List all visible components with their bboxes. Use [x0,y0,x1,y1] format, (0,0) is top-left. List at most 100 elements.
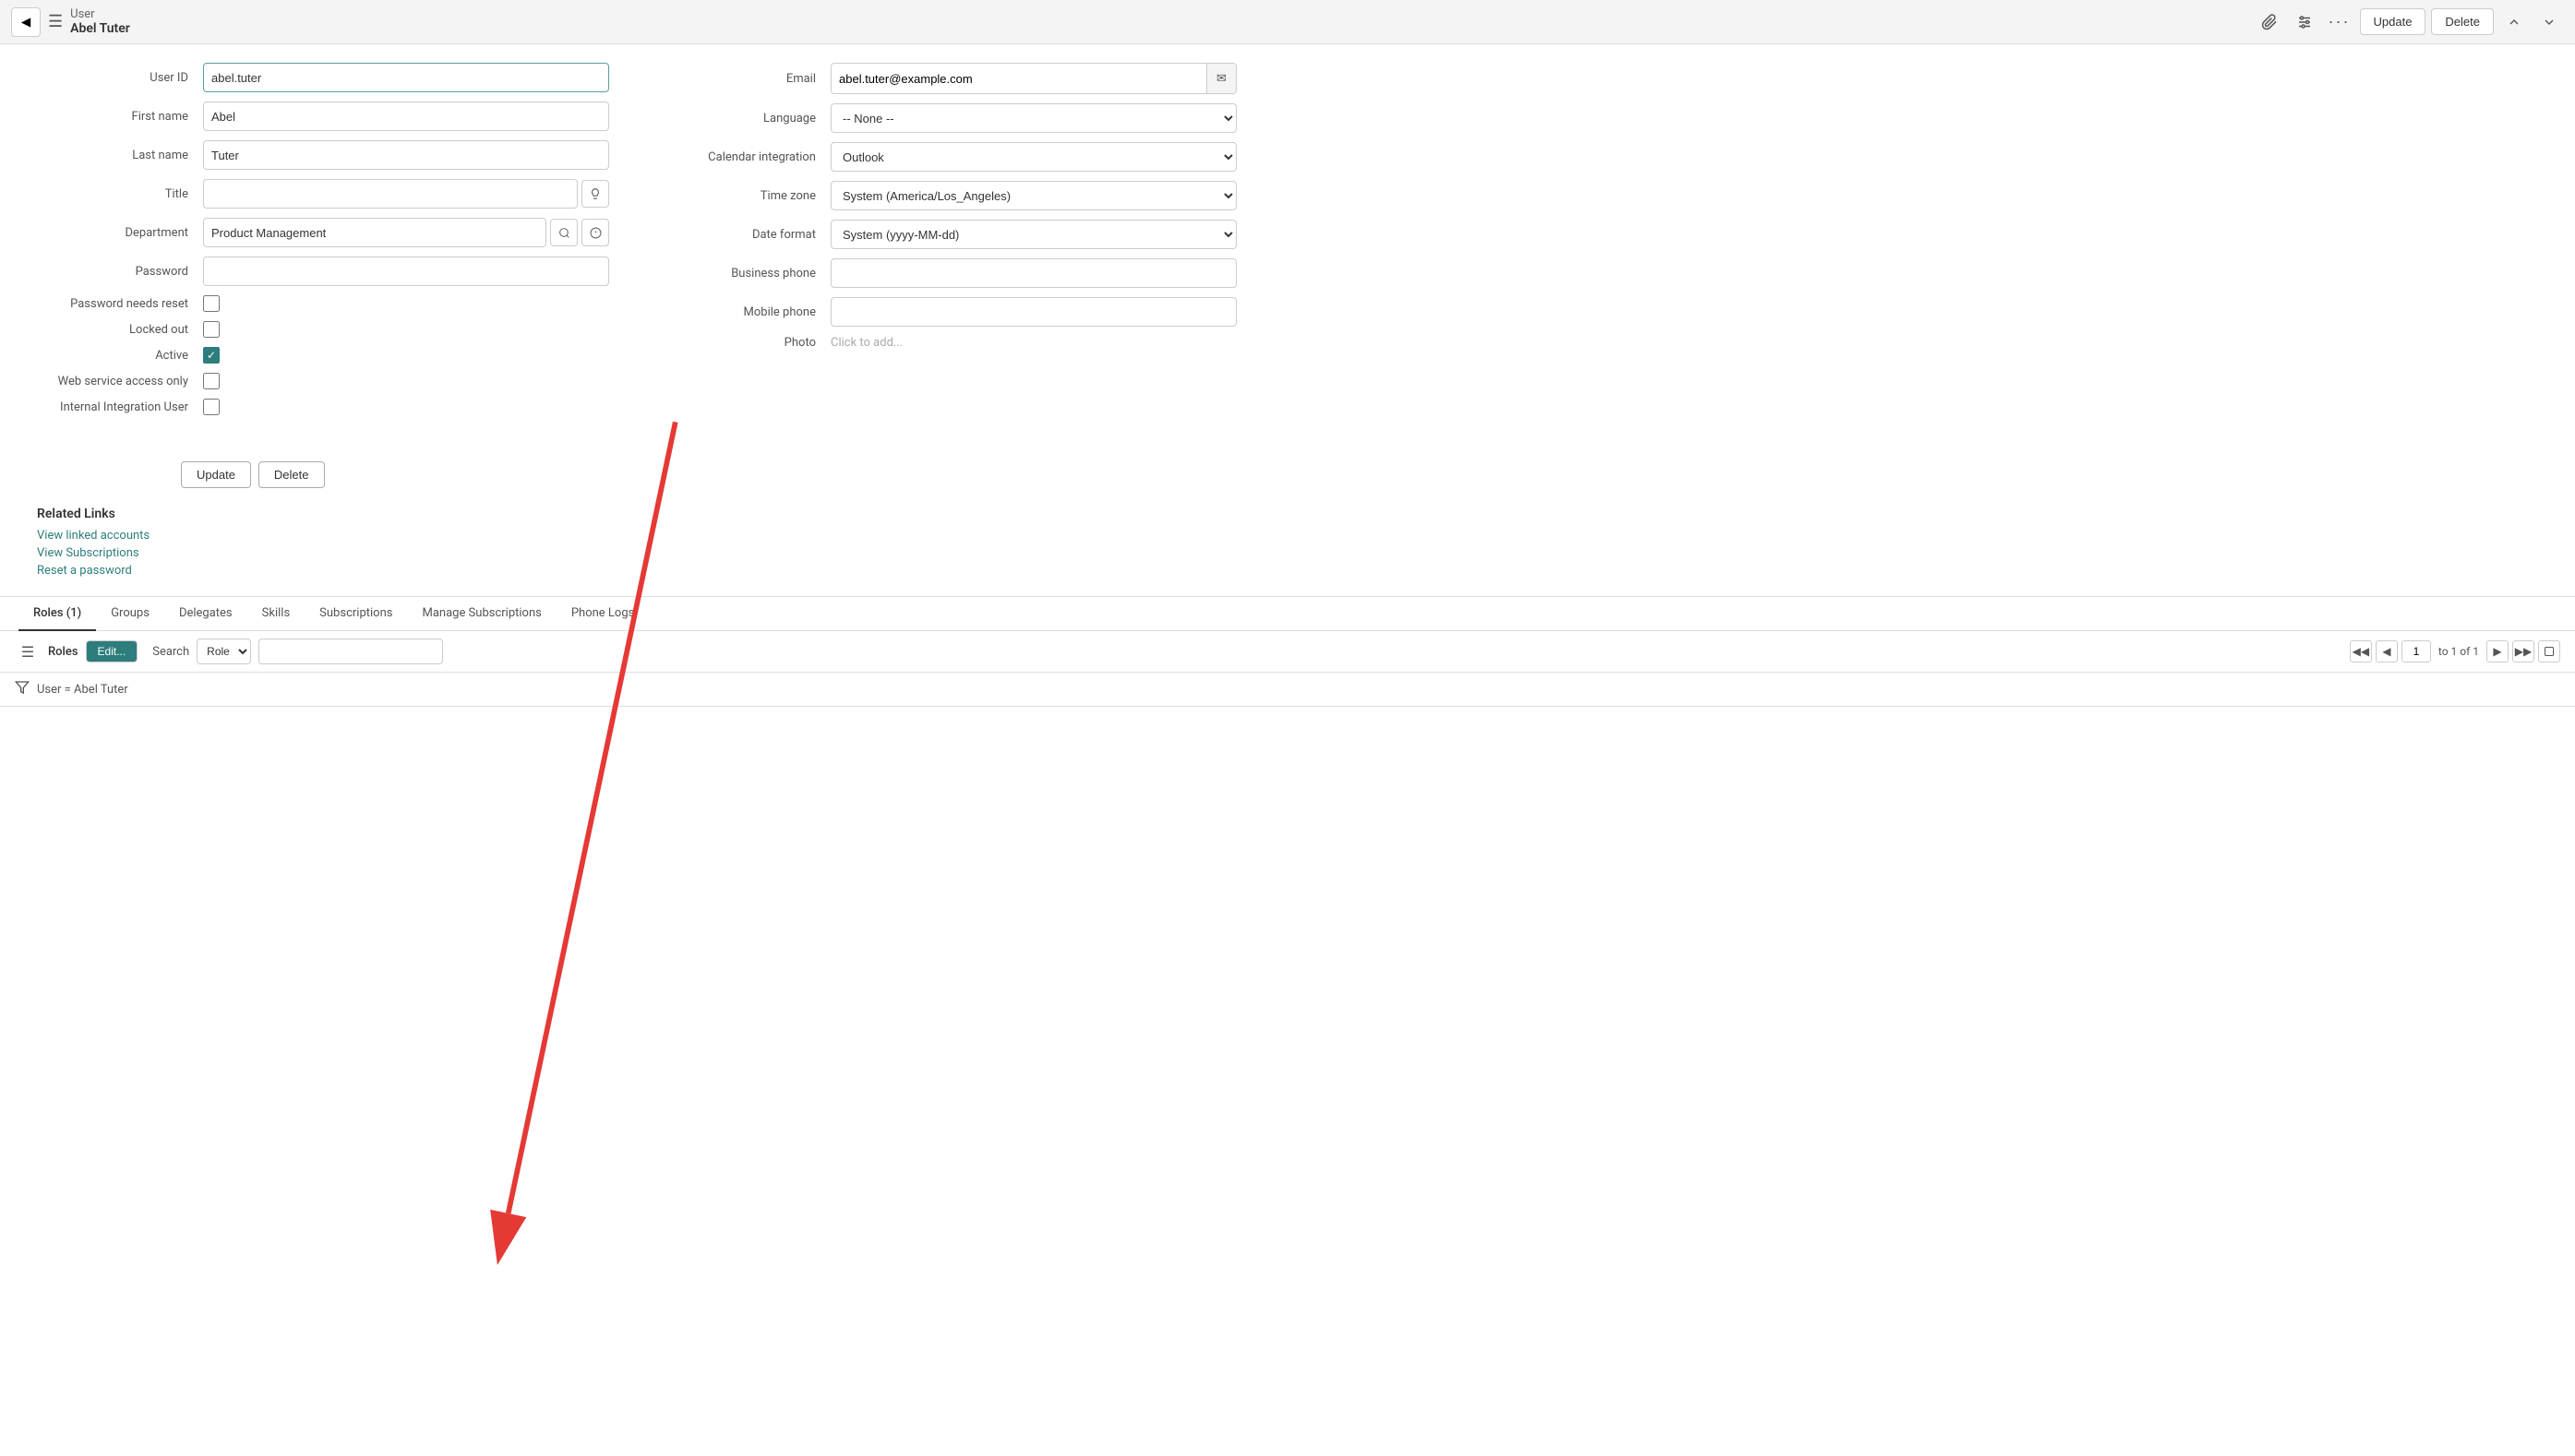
internal-integration-checkbox[interactable] [203,399,220,415]
department-info-button[interactable] [581,219,609,246]
page-next-button[interactable]: ▶ [2486,640,2509,662]
last-name-label: Last name [37,149,203,162]
date-format-row: Date format System (yyyy-MM-dd) [665,220,1237,249]
timezone-row: Time zone System (America/Los_Angeles) [665,181,1237,210]
business-phone-row: Business phone [665,258,1237,288]
user-id-row: User ID [37,63,609,92]
arrow-up-icon [2507,15,2521,30]
sliders-icon [2296,14,2313,30]
more-options-button[interactable]: ··· [2325,7,2354,37]
page-last-button[interactable]: ▶▶ [2512,640,2534,662]
active-checkbox[interactable]: ✓ [203,347,220,364]
header-left: ◀ ☰ User Abel Tuter [11,7,2247,37]
hamburger-icon[interactable]: ☰ [48,12,63,31]
reset-password-link[interactable]: Reset a password [37,564,2575,578]
tab-phone-logs[interactable]: Phone Logs [557,597,650,631]
calendar-label: Calendar integration [665,150,831,164]
page-total: to 1 of 1 [2435,645,2483,658]
view-subscriptions-link[interactable]: View Subscriptions [37,546,2575,560]
title-suggestion-button[interactable] [581,180,609,208]
tab-skills[interactable]: Skills [247,597,305,631]
email-row: Email ✉ [665,63,1237,94]
department-row: Department [37,218,609,247]
filter-icon [15,680,30,698]
language-select[interactable]: -- None -- [831,103,1237,133]
first-name-input[interactable] [203,101,609,131]
mobile-phone-input[interactable] [831,297,1237,327]
page-number-input[interactable] [2401,640,2431,662]
last-name-input[interactable] [203,140,609,170]
page-first-button[interactable]: ◀◀ [2350,640,2372,662]
active-row: Active ✓ [37,347,609,364]
tab-delegates[interactable]: Delegates [164,597,247,631]
form-left: User ID First name Last name Title [37,63,609,424]
business-phone-input[interactable] [831,258,1237,288]
header-right: ··· Update Delete [2255,7,2565,37]
business-phone-label: Business phone [665,267,831,280]
page-prev-button[interactable]: ◀ [2376,640,2398,662]
tabs-header: Roles (1) Groups Delegates Skills Subscr… [0,597,2575,631]
header-update-button[interactable]: Update [2360,8,2426,35]
table-search-select[interactable]: Role [197,638,251,664]
info-icon [590,227,602,239]
locked-out-label: Locked out [37,323,203,337]
tab-manage-subscriptions[interactable]: Manage Subscriptions [407,597,556,631]
form-delete-button[interactable]: Delete [258,461,325,488]
tab-groups[interactable]: Groups [96,597,164,631]
breadcrumb-user: User [70,7,130,21]
web-service-checkbox[interactable] [203,373,220,389]
locked-out-checkbox[interactable] [203,321,220,338]
department-input[interactable] [203,218,546,247]
table-search-input[interactable] [258,638,443,664]
date-format-select[interactable]: System (yyyy-MM-dd) [831,220,1237,249]
view-linked-accounts-link[interactable]: View linked accounts [37,529,2575,543]
calendar-select[interactable]: Outlook [831,142,1237,172]
tab-subscriptions[interactable]: Subscriptions [305,597,407,631]
department-search-button[interactable] [550,219,578,246]
title-input[interactable] [203,179,578,209]
pagination: ◀◀ ◀ to 1 of 1 ▶ ▶▶ [2350,640,2560,662]
title-input-group [203,179,609,209]
password-reset-row: Password needs reset [37,295,609,312]
related-links-section: Related Links View linked accounts View … [37,507,2575,578]
filter-text: User = Abel Tuter [37,683,128,697]
form-right: Email ✉ Language -- None -- Calendar int… [665,63,1237,424]
action-buttons: Update Delete [181,461,2575,488]
paperclip-button[interactable] [2255,7,2284,37]
lightbulb-icon [589,187,602,200]
tab-roles[interactable]: Roles (1) [18,597,96,631]
form-update-button[interactable]: Update [181,461,251,488]
tabs-section: Roles (1) Groups Delegates Skills Subscr… [0,596,2575,707]
photo-row: Photo Click to add... [665,336,1237,350]
main-content: User ID First name Last name Title [0,44,2575,443]
last-name-row: Last name [37,140,609,170]
password-input[interactable] [203,257,609,286]
collapse-icon [2544,646,2555,657]
collapse-button[interactable] [2538,640,2560,662]
internal-integration-label: Internal Integration User [37,400,203,414]
arrow-down-icon [2542,15,2557,30]
dots-icon: ··· [2329,12,2351,31]
header-delete-button[interactable]: Delete [2431,8,2494,35]
related-links-title: Related Links [37,507,2575,521]
password-reset-label: Password needs reset [37,297,203,311]
password-reset-checkbox[interactable] [203,295,220,312]
back-icon: ◀ [21,15,30,30]
email-input-group: ✉ [831,63,1237,94]
title-label: Title [37,187,203,201]
table-roles-label: Roles [48,645,78,659]
table-menu-icon[interactable]: ☰ [15,638,41,664]
back-button[interactable]: ◀ [11,7,41,37]
header-title: User Abel Tuter [70,7,130,36]
photo-placeholder[interactable]: Click to add... [831,336,997,350]
timezone-select[interactable]: System (America/Los_Angeles) [831,181,1237,210]
scroll-up-button[interactable] [2499,7,2529,37]
date-format-label: Date format [665,228,831,242]
user-id-input[interactable] [203,63,609,92]
email-input[interactable] [832,64,1206,93]
table-edit-button[interactable]: Edit... [86,640,138,662]
mobile-phone-row: Mobile phone [665,297,1237,327]
sliders-button[interactable] [2290,7,2319,37]
internal-integration-row: Internal Integration User [37,399,609,415]
scroll-down-button[interactable] [2534,7,2564,37]
